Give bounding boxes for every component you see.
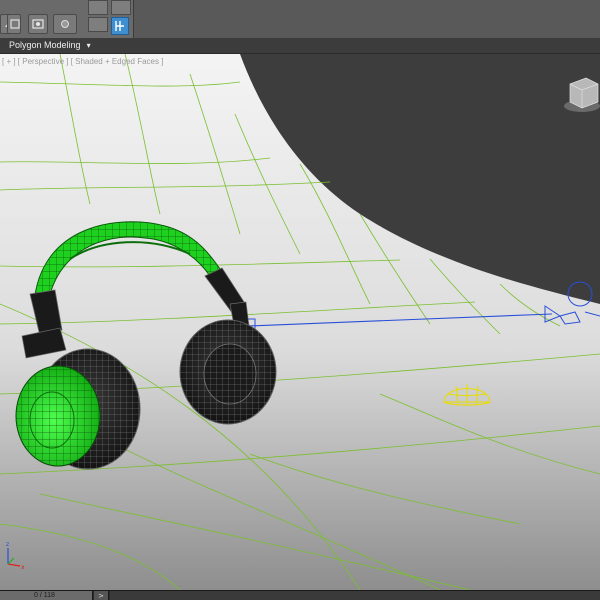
time-slider[interactable]: 0 / 118 [0, 591, 93, 600]
align-tool-button[interactable] [111, 17, 129, 35]
chevron-down-icon[interactable]: ▾ [87, 41, 91, 50]
timeline-track[interactable] [110, 591, 600, 600]
viewport-scene[interactable]: z x [0, 54, 600, 590]
tab-polygon-modeling[interactable]: Polygon Modeling ▾ [0, 38, 91, 53]
render-icon[interactable] [28, 14, 48, 34]
app-window: Polygon Modeling ▾ z x [+] [Perspecti… [0, 0, 600, 600]
tab-polygon-modeling-label: Polygon Modeling [9, 40, 81, 50]
frame-counter: 0 / 118 [34, 592, 55, 599]
viewcube-icon[interactable] [564, 77, 600, 112]
snap-toggle-button[interactable] [88, 0, 108, 15]
mirror-button[interactable] [88, 17, 108, 32]
settings-icon[interactable] [53, 14, 77, 34]
next-frame-button[interactable]: > [94, 591, 109, 600]
snap-icon[interactable] [111, 0, 131, 15]
layer-icon[interactable] [7, 14, 21, 34]
svg-text:x: x [21, 564, 25, 571]
main-toolbar [0, 0, 600, 38]
ribbon-tab-row: Polygon Modeling ▾ [0, 38, 600, 54]
timeline: 0 / 118 > [0, 590, 600, 600]
perspective-viewport[interactable]: z x [ + ] [ Perspective ] [ Shaded + Edg… [0, 54, 600, 590]
svg-text:z: z [6, 541, 9, 548]
viewport-label[interactable]: [ + ] [ Perspective ] [ Shaded + Edged F… [2, 57, 163, 66]
